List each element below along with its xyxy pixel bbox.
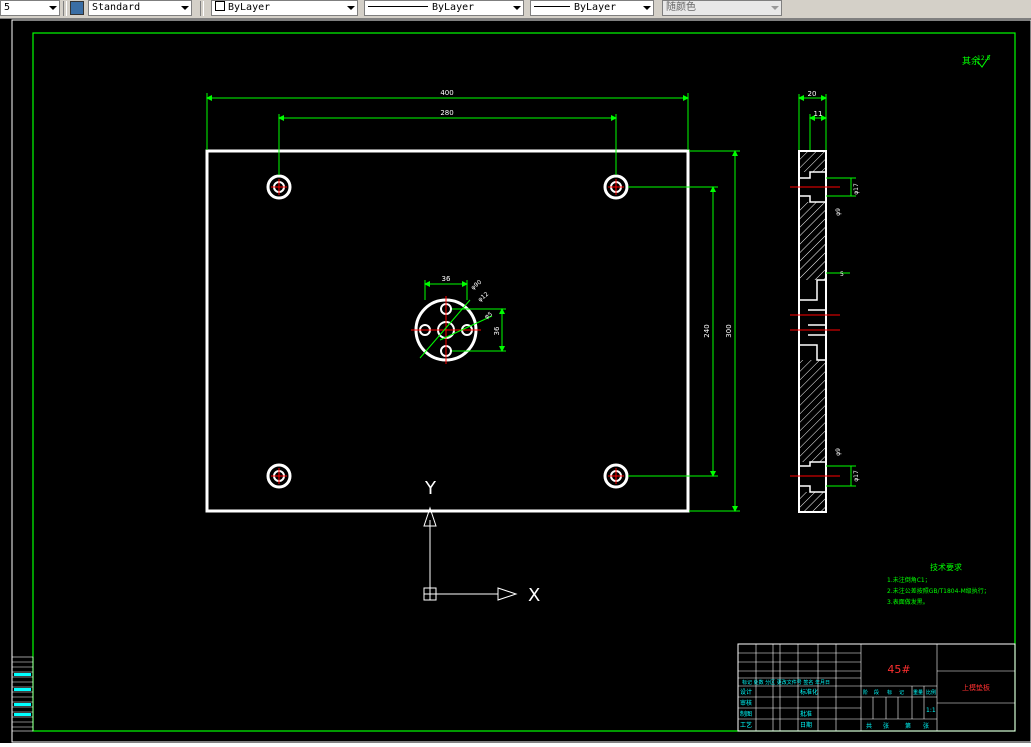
dim-dia-hole-top: φ9 (835, 208, 842, 216)
title-block-weight-header: 重量 (913, 689, 923, 696)
lineweight-combo[interactable]: ByLayer (530, 0, 654, 16)
dim-center-offset: 36 (442, 275, 451, 283)
tech-req-line: 1.未注倒角C1； (887, 576, 931, 584)
title-block-row-label: 审核 (740, 699, 752, 707)
ucs-icon: Y X (423, 478, 540, 606)
title-block-row-label: 制图 (740, 710, 752, 718)
title-block-scale: 1:1 (926, 707, 936, 714)
title-block-weight-header: 标 (887, 689, 892, 696)
plot-style-value: 随颜色 (666, 2, 696, 13)
tech-requirements: 技术要求 1.未注倒角C1； 2.未注公差按照GB/T1804-M级执行； 3.… (887, 562, 990, 606)
text-style-icon[interactable] (70, 1, 84, 15)
linetype-sample-icon (368, 6, 428, 7)
tech-req-line: 2.未注公差按照GB/T1804-M级执行； (887, 587, 990, 595)
drawing-canvas[interactable]: 其余 12.5 400 280 240 300 36 36 φ90 φ12 φ5… (0, 18, 1031, 743)
chevron-down-icon[interactable] (771, 6, 779, 10)
toolbar-separator (63, 1, 67, 16)
dim-dia-cbore-top: φ17 (853, 183, 860, 195)
roughness-note: 其余 12.5 (962, 54, 991, 68)
center-bore (800, 280, 825, 360)
color-swatch-icon (215, 1, 225, 11)
dim-thickness: 20 (808, 90, 817, 98)
ucs-y-label: Y (424, 478, 437, 499)
sheet-border (11, 19, 1031, 743)
title-block-weight-header: 比例 (926, 689, 936, 696)
title-block-mid-label: 批准 (800, 710, 812, 718)
chevron-down-icon[interactable] (347, 6, 355, 10)
text-style-value: Standard (92, 2, 141, 13)
lineweight-sample-icon (534, 6, 570, 7)
dim-hole-spacing-x: 280 (440, 109, 453, 117)
dim-dia-hole-bottom: φ9 (835, 448, 842, 456)
chevron-down-icon[interactable] (49, 6, 57, 10)
mounting-hole[interactable] (266, 463, 292, 489)
tech-req-line: 3.表面做发黑。 (887, 598, 929, 606)
mounting-hole[interactable] (266, 174, 292, 200)
title-block-row-label: 设计 (740, 688, 752, 696)
dim-dia-pitch: φ12 (477, 291, 491, 304)
chevron-down-icon[interactable] (181, 6, 189, 10)
plate-outline (205, 149, 690, 513)
title-block: 标记 处数 分区 更改文件号 签名 年月日 设计 审核 制图 工艺 标准化 批准… (737, 643, 1016, 732)
dim-overall-width: 400 (440, 89, 453, 97)
title-block-part-name: 上模垫板 (962, 683, 990, 692)
dim-dia-inner: φ5 (484, 311, 494, 321)
layer-value: 5 (4, 2, 11, 13)
title-block-sheet-label: 张 (883, 722, 889, 730)
properties-toolbar: 5 Standard ByLayer ByLayer ByLayer 随颜色 (0, 0, 1031, 19)
drawing-frame (32, 32, 1016, 732)
dim-center-offset-v: 36 (493, 326, 501, 335)
linetype-value: ByLayer (432, 2, 475, 13)
title-block-weight-header: 段 (874, 689, 879, 696)
title-block-sheet-label: 张 (923, 722, 929, 730)
title-block-sheet-label: 共 (866, 722, 872, 730)
title-block-sheet-label: 第 (905, 722, 911, 730)
revision-strip (11, 656, 34, 732)
ucs-x-label: X (528, 585, 540, 606)
title-block-row-label: 工艺 (740, 721, 752, 729)
linetype-combo[interactable]: ByLayer (364, 0, 524, 16)
chevron-down-icon[interactable] (513, 6, 521, 10)
title-block-material: 45# (887, 663, 910, 676)
mounting-hole[interactable] (603, 463, 629, 489)
front-view[interactable]: 400 280 240 300 36 36 φ90 φ12 φ5 (205, 89, 740, 513)
mounting-hole[interactable] (603, 174, 629, 200)
plot-style-combo[interactable]: 随颜色 (662, 0, 782, 16)
chevron-down-icon[interactable] (643, 6, 651, 10)
title-block-weight-header: 记 (899, 689, 904, 696)
lineweight-value: ByLayer (574, 2, 617, 13)
title-block-header-row: 标记 处数 分区 更改文件号 签名 年月日 (742, 679, 830, 686)
text-style-combo[interactable]: Standard (88, 0, 192, 16)
tech-req-title: 技术要求 (930, 562, 962, 572)
dim-step: 11 (814, 110, 823, 118)
color-control-value: ByLayer (228, 2, 271, 13)
title-block-weight-header: 阶 (863, 689, 868, 696)
layer-combo[interactable]: 5 (0, 0, 60, 16)
command-line[interactable] (0, 743, 1031, 747)
color-control-combo[interactable]: ByLayer (211, 0, 358, 16)
title-block-mid-label: 日期 (800, 721, 812, 729)
dim-recess: 5 (840, 271, 844, 278)
roughness-value: 12.5 (977, 55, 991, 62)
dim-dia-cbore-bottom: φ17 (853, 470, 860, 482)
center-flange[interactable] (411, 296, 493, 364)
toolbar-separator (200, 1, 204, 16)
dim-overall-height: 300 (725, 324, 733, 337)
dim-dia-outer: φ90 (470, 279, 484, 292)
dim-hole-spacing-y: 240 (703, 324, 711, 337)
side-view[interactable]: 20 11 φ17 φ9 5 φ9 φ17 (790, 90, 860, 513)
title-block-mid-label: 标准化 (800, 688, 818, 696)
